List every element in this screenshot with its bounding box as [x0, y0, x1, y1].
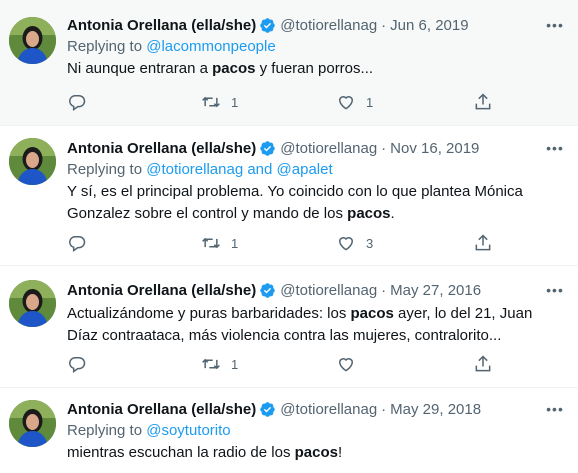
verified-badge-icon — [260, 401, 275, 417]
replying-to-label: Replying to — [67, 38, 143, 55]
like-button[interactable] — [336, 354, 366, 374]
retweet-button[interactable]: 1 — [201, 354, 238, 374]
search-highlight: pacos — [350, 305, 394, 322]
reply-button[interactable] — [67, 92, 87, 112]
author-name[interactable]: Antonia Orellana (ella/she) — [67, 282, 256, 299]
tweet-date[interactable]: May 29, 2018 — [390, 401, 481, 418]
tweet-actions: 1 — [67, 354, 497, 376]
tweet-header: Antonia Orellana (ella/she) @totiorellan… — [67, 399, 566, 419]
search-highlight: pacos — [294, 444, 338, 461]
avatar[interactable] — [9, 138, 56, 185]
like-button[interactable]: 1 — [336, 92, 373, 112]
replying-to-label: Replying to — [67, 161, 143, 178]
author-handle[interactable]: @totiorellanag — [280, 282, 377, 299]
author-handle[interactable]: @totiorellanag — [280, 17, 377, 34]
tweet-date[interactable]: Nov 16, 2019 — [390, 140, 479, 157]
avatar[interactable] — [9, 280, 56, 327]
reply-icon — [69, 357, 86, 373]
share-icon — [475, 93, 491, 110]
tweet[interactable]: Antonia Orellana (ella/she) @totiorellan… — [0, 388, 578, 473]
tweet[interactable]: Antonia Orellana (ella/she) @totiorellan… — [0, 126, 578, 266]
author-name[interactable]: Antonia Orellana (ella/she) — [67, 140, 256, 157]
replying-to: Replying to @totiorellanag and @apalet — [67, 160, 566, 180]
verified-badge-icon — [260, 17, 275, 33]
avatar-image — [9, 17, 56, 64]
verified-badge-icon — [260, 140, 275, 156]
more-icon[interactable]: ••• — [544, 138, 566, 158]
heart-icon — [338, 96, 354, 110]
tweet-header: Antonia Orellana (ella/she) @totiorellan… — [67, 15, 566, 35]
replying-to-label: Replying to — [67, 422, 143, 439]
tweet-actions: 1 1 — [67, 92, 497, 114]
retweet-icon — [202, 358, 220, 370]
share-button[interactable] — [473, 354, 493, 374]
tweet-text: Y sí, es el principal problema. Yo coinc… — [67, 183, 523, 222]
replying-to: Replying to @lacommonpeople — [67, 37, 566, 57]
retweet-count: 1 — [231, 235, 239, 251]
tweet[interactable]: Antonia Orellana (ella/she) @totiorellan… — [0, 266, 578, 388]
more-icon[interactable]: ••• — [544, 399, 566, 419]
tweet-header: Antonia Orellana (ella/she) @totiorellan… — [67, 138, 566, 158]
reply-button[interactable] — [67, 354, 87, 374]
tweet[interactable]: Antonia Orellana (ella/she) @totiorellan… — [0, 0, 578, 126]
avatar-image — [9, 400, 56, 447]
retweet-count: 1 — [231, 94, 239, 110]
retweet-count: 1 — [231, 356, 239, 372]
replying-to: Replying to @soytutorito — [67, 421, 566, 441]
like-count: 1 — [366, 94, 374, 110]
separator-dot: · — [381, 400, 387, 418]
replying-to-link[interactable]: @soytutorito — [146, 422, 230, 439]
avatar-image — [9, 138, 56, 185]
more-icon[interactable]: ••• — [544, 15, 566, 35]
retweet-icon — [202, 237, 220, 249]
author-name[interactable]: Antonia Orellana (ella/she) — [67, 401, 256, 418]
author-handle[interactable]: @totiorellanag — [280, 140, 377, 157]
tweet-text: Actualizándome y puras barbaridades: los… — [67, 305, 533, 344]
search-highlight: pacos — [347, 205, 391, 222]
search-highlight: pacos — [212, 60, 256, 77]
separator-dot: · — [381, 16, 387, 34]
tweet-text: mientras escuchan la radio de los pacos! — [67, 444, 343, 461]
author-name[interactable]: Antonia Orellana (ella/she) — [67, 17, 256, 34]
retweet-button[interactable]: 1 — [201, 233, 238, 253]
share-icon — [475, 234, 491, 251]
reply-icon — [69, 95, 86, 111]
share-button[interactable] — [473, 233, 493, 253]
share-icon — [475, 355, 491, 372]
tweet-header: Antonia Orellana (ella/she) @totiorellan… — [67, 280, 566, 300]
separator-dot: · — [381, 281, 387, 299]
replying-to-link[interactable]: @totiorellanag and @apalet — [146, 161, 332, 178]
separator-dot: · — [381, 139, 387, 157]
tweet-date[interactable]: Jun 6, 2019 — [390, 17, 468, 34]
retweet-button[interactable]: 1 — [201, 92, 238, 112]
reply-icon — [69, 236, 86, 252]
heart-icon — [338, 358, 354, 372]
reply-button[interactable] — [67, 233, 87, 253]
share-button[interactable] — [473, 92, 493, 112]
heart-icon — [338, 237, 354, 251]
tweet-text: Ni aunque entraran a pacos y fueran porr… — [67, 60, 374, 77]
verified-badge-icon — [260, 282, 275, 298]
replying-to-link[interactable]: @lacommonpeople — [146, 38, 275, 55]
tweet-date[interactable]: May 27, 2016 — [390, 282, 481, 299]
retweet-icon — [202, 96, 220, 108]
avatar-image — [9, 280, 56, 327]
author-handle[interactable]: @totiorellanag — [280, 401, 377, 418]
more-icon[interactable]: ••• — [544, 280, 566, 300]
avatar[interactable] — [9, 400, 56, 447]
like-count: 3 — [366, 235, 374, 251]
tweet-actions: 1 3 — [67, 233, 497, 255]
like-button[interactable]: 3 — [336, 233, 373, 253]
avatar[interactable] — [9, 17, 56, 64]
